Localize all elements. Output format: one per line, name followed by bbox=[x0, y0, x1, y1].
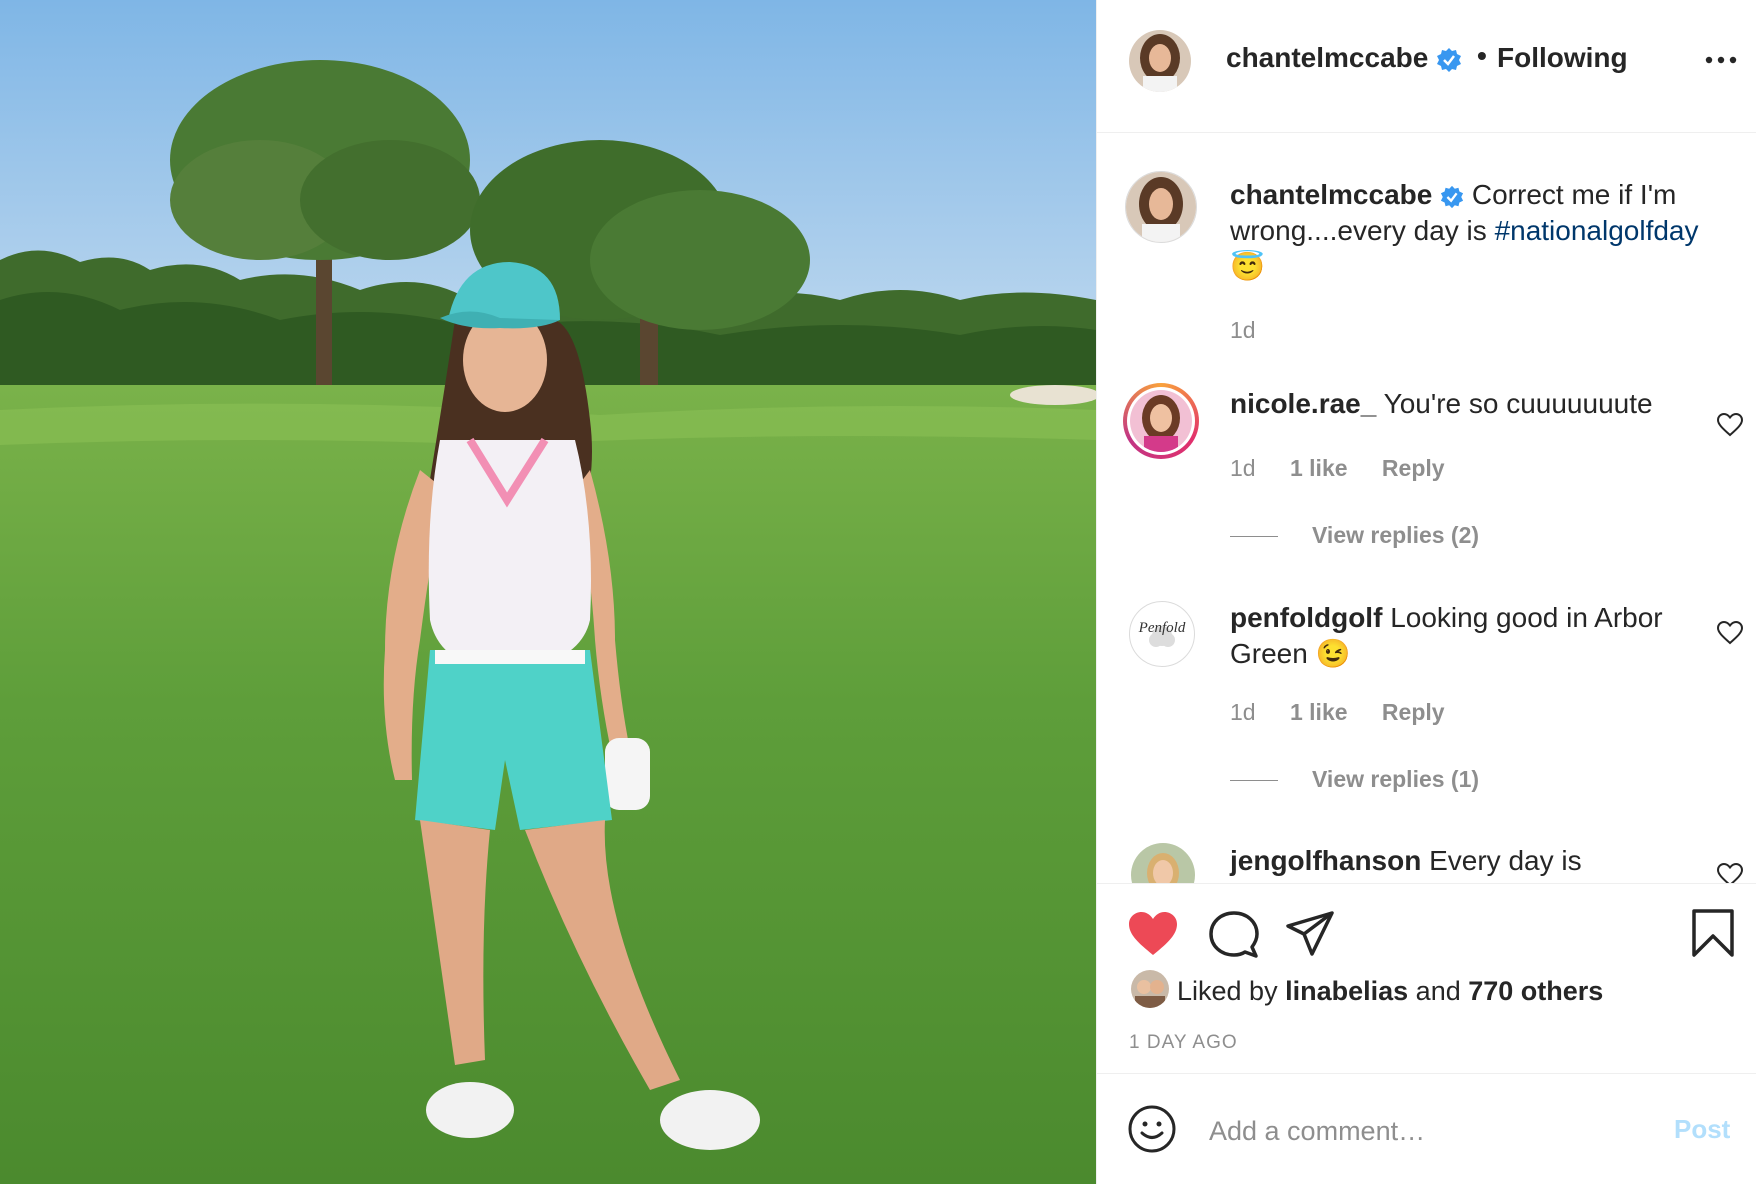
caption-text: chantelmccabe Correct me if I'm wrong...… bbox=[1230, 177, 1700, 285]
comments-list[interactable]: chantelmccabe Correct me if I'm wrong...… bbox=[1097, 133, 1756, 883]
header-separator: • bbox=[1477, 40, 1487, 71]
add-comment-bar: Post bbox=[1097, 1073, 1756, 1185]
post-photo[interactable] bbox=[0, 0, 1096, 1184]
comment-avatar-jen[interactable] bbox=[1131, 843, 1195, 883]
author-username[interactable]: chantelmccabe bbox=[1226, 42, 1462, 74]
post-header: chantelmccabe • Following bbox=[1097, 0, 1756, 133]
view-replies-label[interactable]: View replies (2) bbox=[1312, 522, 1479, 548]
comment-meta: 1d 1 like Reply bbox=[1230, 455, 1473, 482]
view-replies-label[interactable]: View replies (1) bbox=[1312, 766, 1479, 792]
liked-by-text: Liked by linabelias and 770 others bbox=[1177, 976, 1603, 1007]
comment-reply-button[interactable]: Reply bbox=[1382, 699, 1445, 725]
comment-avatar-penfold[interactable]: Penfold bbox=[1129, 601, 1195, 667]
comment-bubble-icon[interactable] bbox=[1209, 910, 1259, 960]
comment-text: nicole.rae_ You're so cuuuuuuute bbox=[1230, 386, 1700, 422]
view-replies-line bbox=[1230, 780, 1278, 782]
liked-by-avatar-image bbox=[1131, 970, 1169, 1008]
view-replies-button[interactable]: View replies (1) bbox=[1230, 766, 1479, 793]
comment-username[interactable]: jengolfhanson bbox=[1230, 845, 1421, 876]
author-avatar-image bbox=[1129, 30, 1191, 92]
comment-meta: 1d 1 like Reply bbox=[1230, 699, 1473, 726]
liked-by-others[interactable]: 770 others bbox=[1468, 976, 1603, 1006]
penfold-logo-icon: Penfold bbox=[1138, 620, 1186, 647]
caption-username[interactable]: chantelmccabe bbox=[1230, 179, 1432, 210]
comment-avatar-image bbox=[1131, 843, 1195, 883]
post-side-panel: chantelmccabe • Following chantelmccabe … bbox=[1096, 0, 1756, 1184]
emoji-smiley-icon[interactable] bbox=[1127, 1104, 1177, 1154]
comment-reply-button[interactable]: Reply bbox=[1382, 455, 1445, 481]
golfer-photo-illustration bbox=[0, 0, 1096, 1184]
post-comment-button[interactable]: Post bbox=[1674, 1114, 1730, 1145]
add-comment-input[interactable] bbox=[1207, 1110, 1641, 1152]
author-avatar[interactable] bbox=[1129, 30, 1191, 92]
caption-time[interactable]: 1d bbox=[1230, 317, 1256, 343]
comment-like-count[interactable]: 1 like bbox=[1290, 455, 1348, 481]
verified-badge-icon bbox=[1441, 185, 1464, 208]
post-timestamp[interactable]: 1 DAY AGO bbox=[1129, 1032, 1238, 1054]
share-direct-icon[interactable] bbox=[1285, 910, 1335, 958]
liked-by-prefix: Liked by bbox=[1177, 976, 1278, 1006]
comment-like-heart-icon[interactable] bbox=[1717, 621, 1743, 645]
instagram-post-view: chantelmccabe • Following chantelmccabe … bbox=[0, 0, 1756, 1184]
following-button[interactable]: Following bbox=[1497, 42, 1628, 74]
caption-emoji: 😇 bbox=[1230, 251, 1265, 282]
save-bookmark-icon[interactable] bbox=[1691, 908, 1735, 958]
caption-avatar[interactable] bbox=[1125, 171, 1197, 243]
more-options-icon[interactable] bbox=[1701, 44, 1741, 74]
caption-meta: 1d bbox=[1230, 317, 1284, 344]
comment-time[interactable]: 1d bbox=[1230, 455, 1256, 481]
liked-by-user[interactable]: linabelias bbox=[1285, 976, 1408, 1006]
comment-body: You're so cuuuuuuute bbox=[1383, 388, 1653, 419]
comment-text: penfoldgolf Looking good in Arbor Green … bbox=[1230, 600, 1700, 672]
author-username-text[interactable]: chantelmccabe bbox=[1226, 42, 1428, 73]
post-actions: Liked by linabelias and 770 others 1 DAY… bbox=[1097, 883, 1756, 1074]
view-replies-button[interactable]: View replies (2) bbox=[1230, 522, 1479, 549]
ellipsis-icon bbox=[1705, 56, 1737, 64]
penfold-logo-text: Penfold bbox=[1138, 620, 1186, 636]
liked-by-and: and bbox=[1415, 976, 1461, 1006]
comment-username[interactable]: nicole.rae_ bbox=[1230, 388, 1376, 419]
comment-like-count[interactable]: 1 like bbox=[1290, 699, 1348, 725]
comment-body: Every day is bbox=[1429, 845, 1582, 876]
comment-time[interactable]: 1d bbox=[1230, 699, 1256, 725]
caption-avatar-image bbox=[1126, 172, 1196, 242]
comment-username[interactable]: penfoldgolf bbox=[1230, 602, 1382, 633]
view-replies-line bbox=[1230, 536, 1278, 538]
comment-like-heart-icon[interactable] bbox=[1717, 413, 1743, 437]
like-heart-icon[interactable] bbox=[1127, 910, 1179, 958]
comment-text: jengolfhanson Every day is bbox=[1230, 843, 1700, 879]
caption-hashtag[interactable]: #nationalgolfday bbox=[1495, 215, 1699, 246]
liked-by-avatar[interactable] bbox=[1131, 970, 1169, 1008]
verified-badge-icon bbox=[1437, 47, 1462, 72]
comment-avatar-nicole[interactable] bbox=[1123, 383, 1199, 459]
comment-avatar-image bbox=[1130, 390, 1192, 452]
comment-like-heart-icon[interactable] bbox=[1717, 863, 1743, 883]
